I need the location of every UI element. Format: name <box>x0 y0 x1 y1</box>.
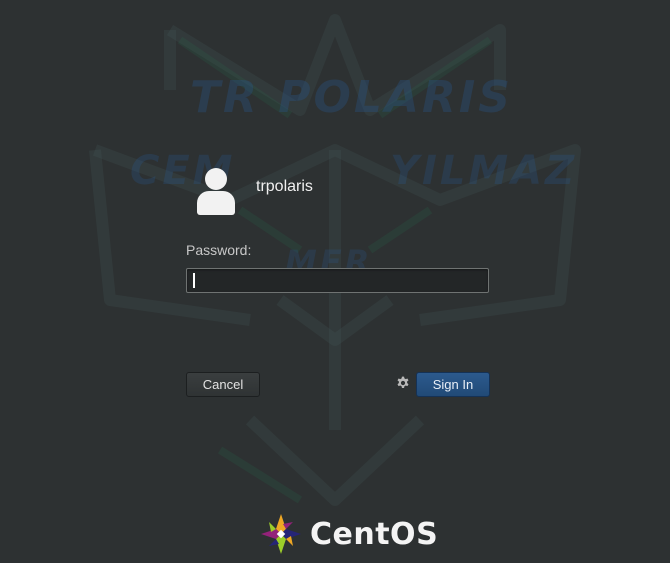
gear-icon[interactable] <box>396 376 410 390</box>
cancel-button[interactable]: Cancel <box>186 372 260 397</box>
centos-brand-text: CentOS <box>310 516 439 552</box>
avatar-body <box>197 191 235 215</box>
user-avatar-icon <box>196 166 236 218</box>
password-field[interactable] <box>186 268 489 293</box>
user-row: trpolaris <box>196 166 313 218</box>
password-label: Password: <box>186 242 252 258</box>
centos-logo-icon <box>261 514 301 554</box>
centos-logo: CentOS <box>260 513 438 555</box>
avatar-head <box>205 168 227 190</box>
sign-in-button[interactable]: Sign In <box>416 372 490 397</box>
username-label: trpolaris <box>256 178 313 195</box>
watermark-title: TR POLARIS <box>190 72 513 123</box>
text-caret <box>193 273 195 288</box>
watermark-right-text: YILMAZ <box>390 148 578 194</box>
